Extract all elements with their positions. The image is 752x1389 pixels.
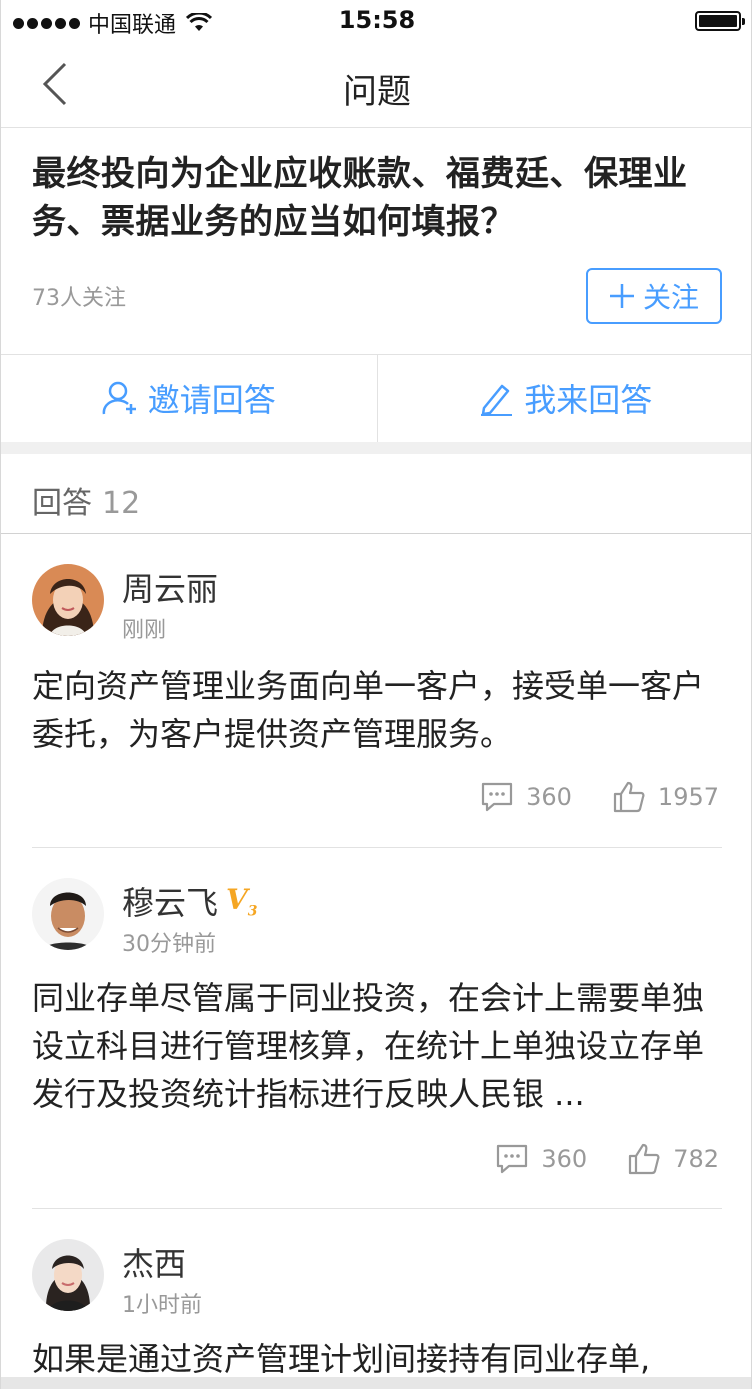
follow-count: 73人关注	[32, 286, 126, 311]
answer-count-label: 回答	[32, 486, 92, 521]
answer-stats: 360 1957	[480, 780, 719, 814]
comment-button[interactable]: 360	[480, 781, 572, 813]
comment-button[interactable]: 360	[495, 1143, 587, 1175]
invite-answer-button[interactable]: 邀请回答	[1, 354, 377, 442]
answer-stats: 360 782	[495, 1142, 719, 1176]
answer-time: 刚刚	[122, 618, 167, 643]
invite-user-icon	[102, 381, 136, 415]
like-button[interactable]: 1957	[612, 780, 719, 814]
answer-time: 30分钟前	[122, 932, 216, 957]
comment-count: 360	[541, 1145, 588, 1173]
action-row: 邀请回答 我来回答	[1, 354, 752, 442]
like-count: 1957	[657, 783, 719, 811]
comment-icon	[482, 782, 513, 812]
avatar-woman-icon[interactable]	[32, 1239, 104, 1311]
answer-item[interactable]: 周云丽 刚刚 定向资产管理业务面向单一客户，接受单一客户委托，为客户提供资产管理…	[1, 534, 751, 848]
section-gap	[1, 442, 751, 454]
write-answer-button[interactable]: 我来回答	[376, 354, 752, 442]
question-title: 最终投向为企业应收账款、福费廷、保理业务、票据业务的应当如何填报？	[32, 154, 688, 242]
like-button[interactable]: 782	[627, 1142, 719, 1176]
answer-count-header: 回答 12	[32, 478, 140, 522]
answer-author-name[interactable]: 穆云飞 V3	[122, 878, 258, 924]
question-page: 中国联通 15:58 问题 最终投向为企业应收账款、福费廷、保理业务、票据业务的…	[0, 0, 752, 1389]
status-time: 15:58	[338, 6, 416, 34]
pencil-icon	[481, 384, 513, 416]
answer-body[interactable]: 如果是通过资产管理计划间接持有同业存单,	[32, 1335, 726, 1383]
answer-body[interactable]: 同业存单尽管属于同业投资，在会计上需要单独设立科目进行管理核算，在统计上单独设立…	[32, 974, 726, 1118]
answer-time: 1小时前	[122, 1293, 202, 1318]
answer-item[interactable]: 杰西 1小时前 如果是通过资产管理计划间接持有同业存单,	[1, 1209, 751, 1378]
thumbs-up-icon	[613, 781, 645, 813]
avatar-woman-icon[interactable]	[32, 564, 104, 636]
write-answer-label: 我来回答	[524, 381, 653, 419]
invite-answer-label: 邀请回答	[147, 381, 276, 419]
answer-item[interactable]: 穆云飞 V3 30分钟前 同业存单尽管属于同业投资，在会计上需要单独设立科目进行…	[1, 848, 751, 1208]
comment-count: 360	[526, 783, 572, 811]
status-bar: 中国联通 15:58	[1, 0, 751, 40]
nav-bar: 问题	[1, 40, 751, 128]
comment-icon	[497, 1144, 528, 1174]
follow-button[interactable]: 关注	[586, 268, 722, 324]
follow-button-label: 关注	[642, 281, 699, 314]
answer-author-name[interactable]: 周云丽	[122, 564, 218, 610]
avatar-man-icon[interactable]	[32, 878, 104, 950]
bottom-edge	[1, 1377, 751, 1389]
answer-author-name[interactable]: 杰西	[122, 1239, 186, 1285]
like-count: 782	[673, 1145, 719, 1173]
verified-badge: V3	[226, 882, 258, 920]
thumbs-up-icon	[629, 1143, 660, 1175]
answer-body[interactable]: 定向资产管理业务面向单一客户，接受单一客户委托，为客户提供资产管理服务。	[32, 662, 726, 758]
page-title: 问题	[343, 72, 411, 112]
answer-count-value: 12	[102, 486, 141, 521]
plus-icon	[609, 284, 634, 308]
battery-icon	[695, 11, 745, 31]
